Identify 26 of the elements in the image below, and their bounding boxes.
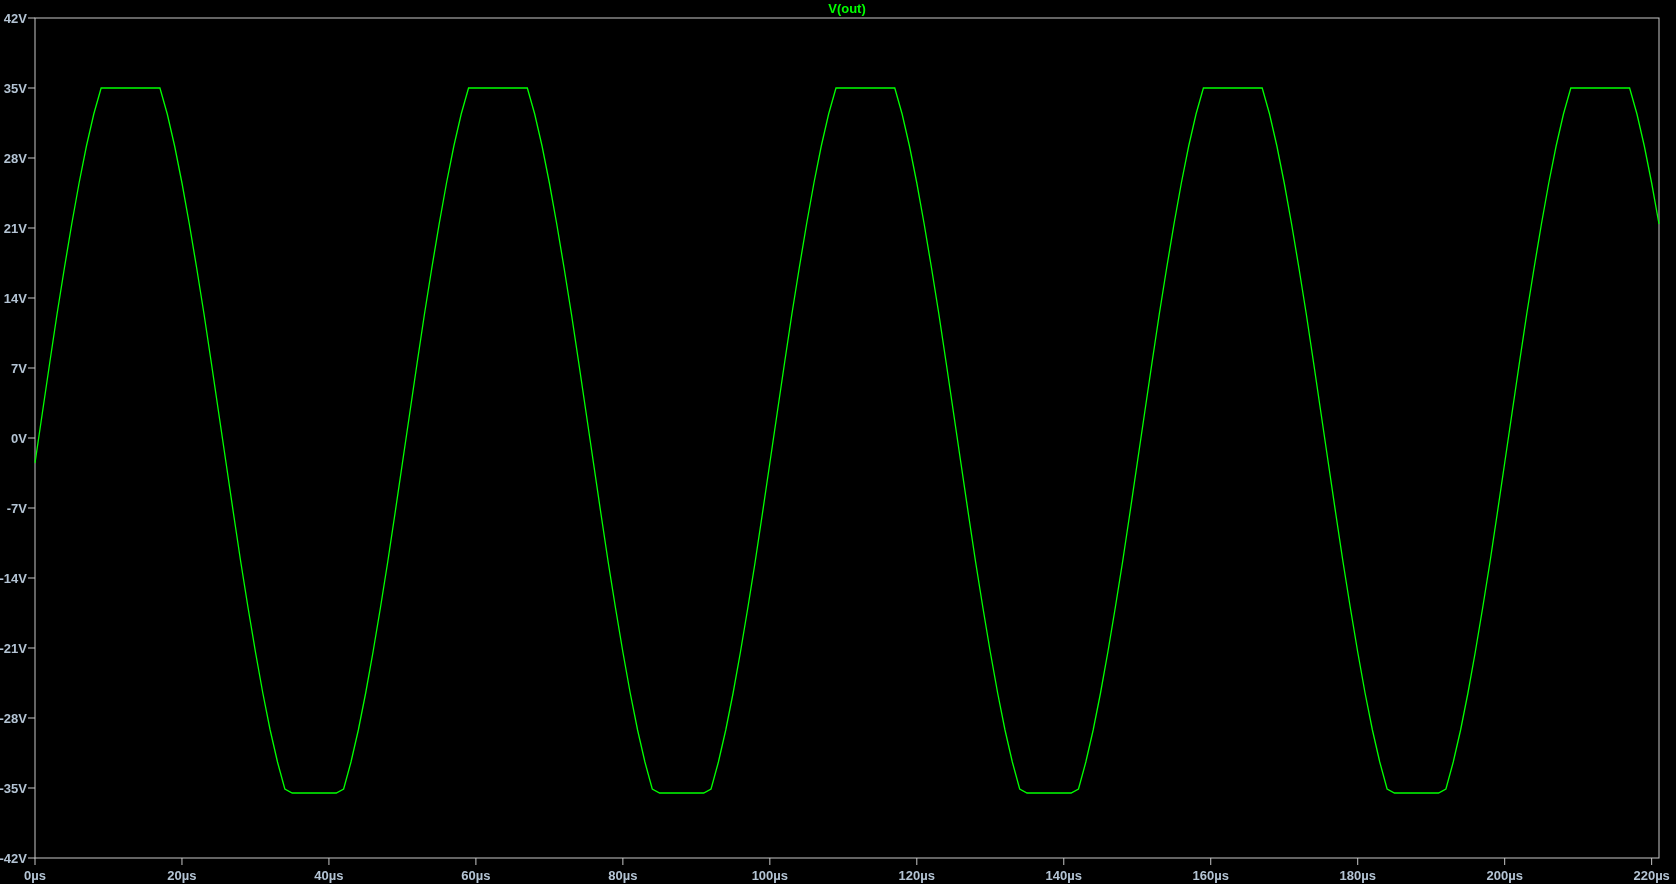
- y-tick-label: -35V: [0, 781, 27, 796]
- y-tick-label: 35V: [3, 81, 27, 96]
- x-tick-label: 220µs: [1633, 868, 1670, 883]
- trace-title: V(out): [828, 1, 866, 16]
- y-tick-label: 28V: [3, 151, 27, 166]
- x-tick-label: 100µs: [751, 868, 789, 883]
- x-tick-label: 160µs: [1192, 868, 1229, 883]
- y-tick-label: -7V: [6, 501, 27, 516]
- y-tick-label: 0V: [11, 431, 27, 446]
- y-tick-label: -21V: [0, 641, 27, 656]
- x-tick-label: 140µs: [1045, 868, 1082, 883]
- x-tick-label: 20µs: [167, 868, 197, 883]
- x-tick-label: 80µs: [608, 868, 638, 883]
- y-tick-label: 14V: [3, 291, 27, 306]
- x-tick-label: 120µs: [898, 868, 935, 883]
- y-tick-label: 7V: [11, 361, 27, 376]
- x-tick-label: 200µs: [1486, 868, 1523, 883]
- y-tick-label: 21V: [3, 221, 27, 236]
- y-tick-label: -14V: [0, 571, 27, 586]
- y-tick-label: -42V: [0, 851, 27, 866]
- y-tick-label: -28V: [0, 711, 27, 726]
- x-tick-label: 0µs: [24, 868, 46, 883]
- y-tick-label: 42V: [3, 11, 27, 26]
- x-tick-label: 60µs: [461, 868, 491, 883]
- x-tick-label: 180µs: [1339, 868, 1376, 883]
- x-tick-label: 40µs: [314, 868, 344, 883]
